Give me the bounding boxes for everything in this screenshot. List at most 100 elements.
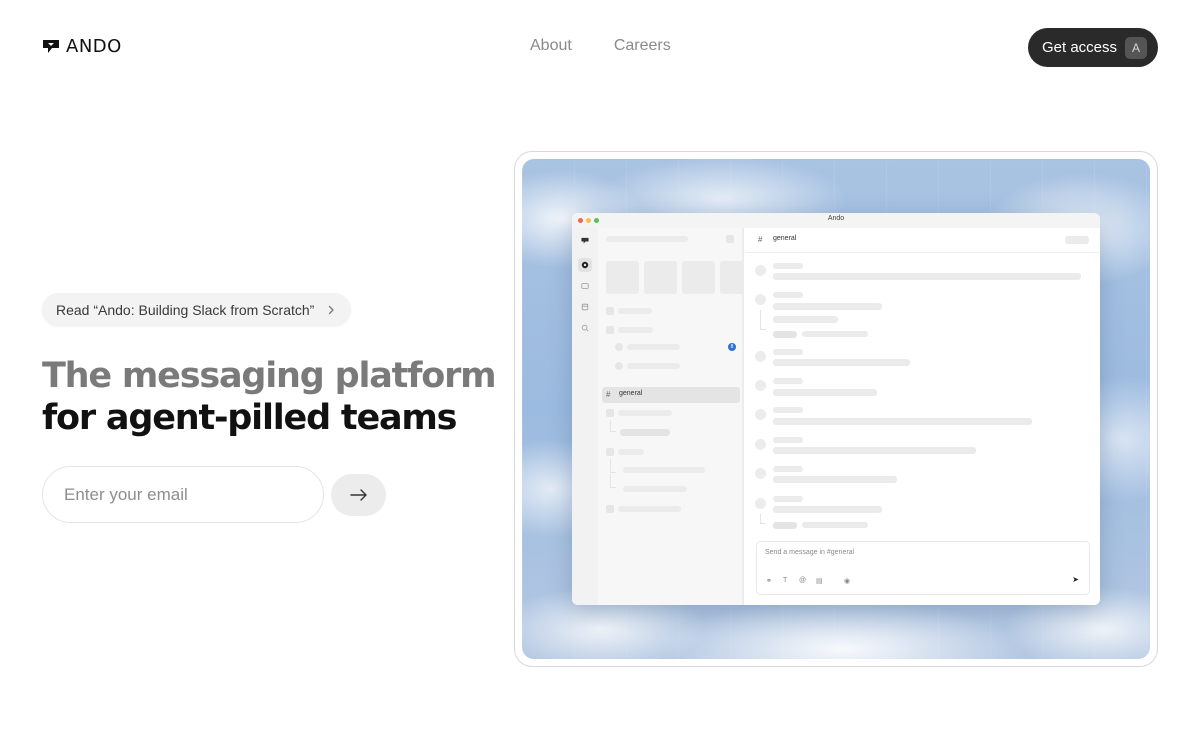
top-nav: About Careers <box>530 37 671 55</box>
headline-line-1: The messaging platform <box>42 356 497 396</box>
avatar <box>755 498 766 509</box>
reply-avatars-placeholder <box>773 522 797 529</box>
list-item <box>627 344 680 350</box>
shortcut-key-badge: A <box>1125 36 1148 59</box>
avatar <box>755 468 766 479</box>
window-title: Ando <box>827 215 845 222</box>
channel-general-selected: # general <box>602 387 740 403</box>
avatar <box>755 294 766 305</box>
announcement-label: Read “Ando: Building Slack from Scratch” <box>56 301 315 318</box>
reply-count-placeholder <box>802 522 868 528</box>
avatar <box>755 380 766 391</box>
icon-rail <box>572 228 598 605</box>
text-format-icon: T <box>783 577 788 584</box>
message-body <box>773 389 877 396</box>
ando-logo-icon <box>43 39 59 53</box>
hash-icon: # <box>758 235 763 244</box>
channel-header-title: general <box>773 235 797 242</box>
message-body <box>773 359 910 366</box>
compose-placeholder <box>726 235 734 243</box>
avatar <box>755 351 766 362</box>
workspace-placeholder <box>606 236 688 242</box>
avatar <box>755 265 766 276</box>
avatar <box>755 409 766 420</box>
message-body <box>773 447 976 454</box>
list-item-icon <box>615 362 623 370</box>
list-item <box>627 363 680 369</box>
header-divider <box>746 252 1100 253</box>
header-action-placeholder <box>1065 236 1089 244</box>
window-titlebar: Ando <box>572 213 1100 228</box>
get-access-label: Get access <box>1042 39 1118 56</box>
list-item <box>618 327 653 333</box>
thread-connector <box>760 514 766 524</box>
attach-icon: ⚭ <box>766 578 772 585</box>
message-author <box>773 349 803 355</box>
list-item <box>623 467 705 473</box>
headline-line-2: for agent-pilled teams <box>42 398 458 438</box>
shortcut-tile <box>682 261 715 294</box>
brand-name: ANDO <box>66 36 122 57</box>
messages-icon <box>578 258 592 272</box>
shortcut-tile <box>720 261 744 294</box>
image-icon: ▤ <box>816 578 823 585</box>
message-body <box>773 273 1081 280</box>
shortcut-tile <box>644 261 677 294</box>
avatar-stack-placeholder <box>620 429 670 436</box>
message-composer: Send a message in #general ⚭ T @ ▤ ◉ ➤ <box>756 541 1090 595</box>
list-item <box>618 410 672 416</box>
brand-logo[interactable]: ANDO <box>42 36 122 57</box>
list-item <box>618 506 681 512</box>
submit-email-button[interactable] <box>331 474 386 516</box>
product-preview-frame: Ando 8 # general # general Send a messag… <box>514 151 1158 667</box>
arrow-right-icon <box>349 489 367 501</box>
list-item <box>618 449 644 455</box>
thread-connector <box>610 459 616 473</box>
list-item-icon <box>615 343 623 351</box>
hash-icon: # <box>606 390 611 399</box>
message-author <box>773 292 803 298</box>
nav-about-link[interactable]: About <box>530 37 572 55</box>
message-body <box>773 316 838 323</box>
message-author <box>773 263 803 269</box>
mention-icon: @ <box>799 577 807 584</box>
message-body <box>773 303 882 310</box>
shortcut-tile <box>606 261 639 294</box>
unread-badge: 8 <box>728 343 736 351</box>
avatar <box>755 439 766 450</box>
email-input[interactable] <box>42 466 324 523</box>
message-author <box>773 466 803 472</box>
send-icon: ➤ <box>1072 575 1079 584</box>
channel-sidebar: 8 # general <box>598 228 744 605</box>
list-item-icon <box>606 326 614 334</box>
get-access-button[interactable]: Get access A <box>1028 28 1158 67</box>
message-body <box>773 476 897 483</box>
rail-logo-icon <box>578 234 592 248</box>
message-author <box>773 407 803 413</box>
search-icon <box>578 321 592 335</box>
composer-placeholder: Send a message in #general <box>765 549 855 556</box>
hero-headline: The messaging platform for agent-pilled … <box>42 355 497 439</box>
list-item-icon <box>606 409 614 417</box>
thread-connector <box>610 474 616 488</box>
selected-channel-label: general <box>619 390 643 397</box>
chevron-right-icon <box>329 305 334 314</box>
message-body <box>773 418 1032 425</box>
list-item <box>618 308 652 314</box>
message-author <box>773 378 803 384</box>
thread-connector <box>760 310 766 330</box>
nav-careers-link[interactable]: Careers <box>614 37 671 55</box>
reply-count-placeholder <box>802 331 868 337</box>
inbox-icon <box>578 279 592 293</box>
list-item-icon <box>606 505 614 513</box>
announcement-pill[interactable]: Read “Ando: Building Slack from Scratch” <box>42 293 352 326</box>
message-body <box>773 506 882 513</box>
app-window-preview: Ando 8 # general # general Send a messag… <box>572 213 1100 605</box>
list-item-icon <box>606 307 614 315</box>
list-item <box>623 486 687 492</box>
thread-connector <box>610 420 616 432</box>
message-author <box>773 437 803 443</box>
message-author <box>773 496 803 502</box>
emoji-icon: ◉ <box>844 578 851 585</box>
reply-avatars-placeholder <box>773 331 797 338</box>
